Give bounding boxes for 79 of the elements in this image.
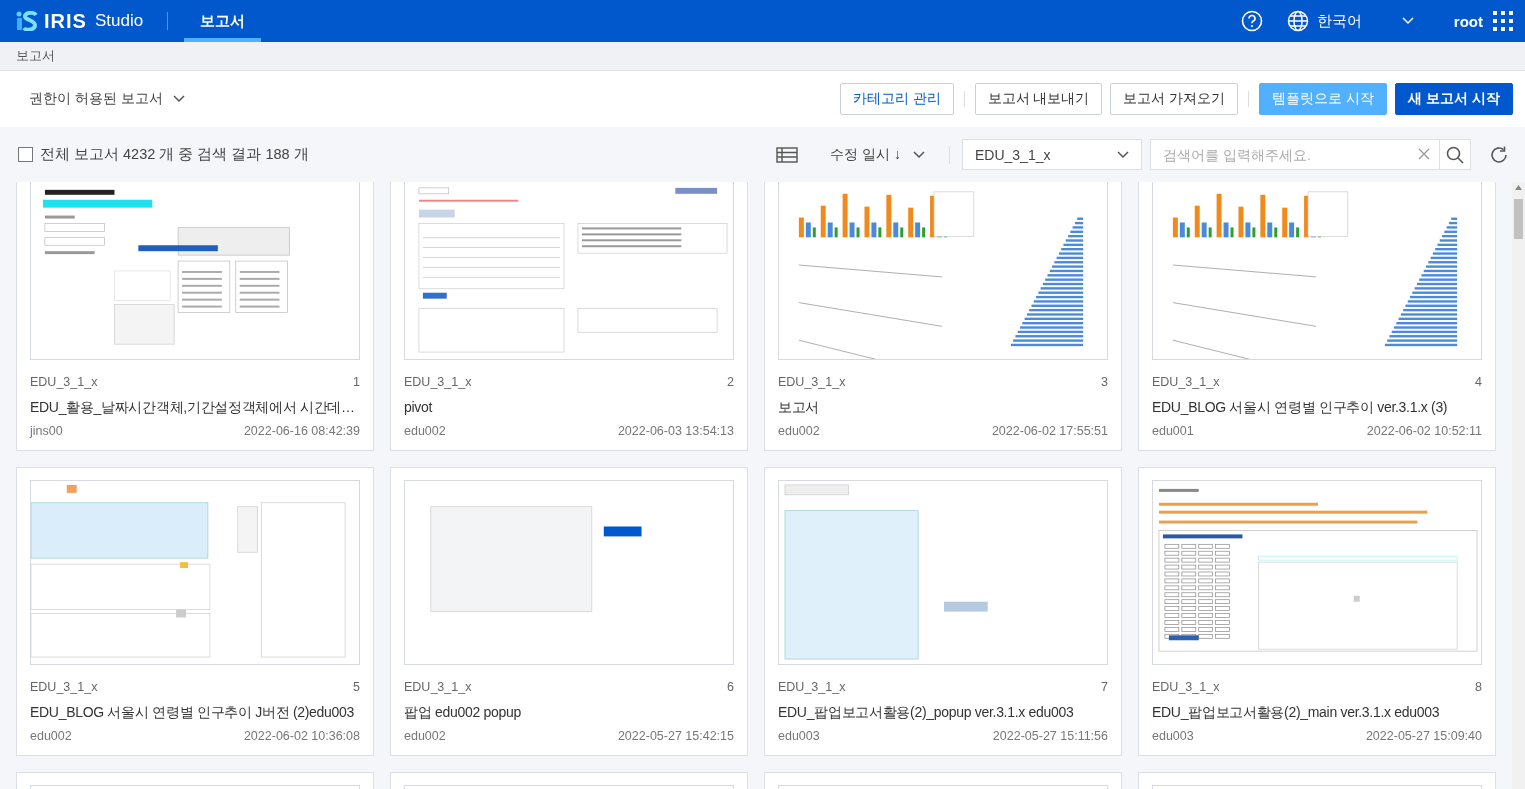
report-number: 1 bbox=[353, 375, 360, 389]
report-card[interactable]: EDU_3_1_x 5 EDU_BLOG 서울시 연령별 인구추이 J버전 (2)edu003 edu002 2022-06-02 10:36:08 bbox=[16, 467, 374, 756]
search-button[interactable] bbox=[1440, 139, 1471, 170]
scrollbar[interactable] bbox=[1512, 182, 1525, 789]
sort-dropdown[interactable]: 수정 일시 ↓ bbox=[824, 144, 931, 165]
breadcrumb[interactable]: 보고서 bbox=[16, 47, 55, 65]
report-number: 4 bbox=[1475, 375, 1482, 389]
author-name: edu002 bbox=[404, 424, 446, 438]
list-view-icon[interactable] bbox=[776, 146, 799, 163]
modified-date: 2022-06-03 13:54:13 bbox=[617, 424, 734, 438]
chevron-down-icon bbox=[172, 95, 185, 103]
author-name: edu002 bbox=[404, 729, 446, 743]
category-label: EDU_3_1_x bbox=[778, 375, 846, 389]
search-field[interactable]: 검색어를 입력해주세요. bbox=[1150, 139, 1440, 170]
scrollbar-thumb[interactable] bbox=[1514, 199, 1523, 239]
report-title: pivot bbox=[404, 398, 434, 417]
report-title: EDU_BLOG 서울시 연령별 인구추이 J버전 (2)edu003 bbox=[30, 703, 356, 722]
chevron-down-icon bbox=[1401, 17, 1414, 25]
scope-dropdown[interactable]: 권한이 허용된 보고서 bbox=[29, 90, 185, 108]
report-title: EDU_팝업보고서활용(2)_main ver.3.1.x edu003 bbox=[1152, 703, 1441, 722]
author-name: edu001 bbox=[1152, 424, 1194, 438]
author-name: edu003 bbox=[778, 729, 820, 743]
category-label: EDU_3_1_x bbox=[30, 375, 98, 389]
report-number: 7 bbox=[1101, 680, 1108, 694]
report-title: 팝업 edu002 popup bbox=[404, 703, 522, 722]
modified-date: 2022-05-27 15:09:40 bbox=[1365, 729, 1482, 743]
report-number: 5 bbox=[353, 680, 360, 694]
author-name: edu002 bbox=[778, 424, 820, 438]
category-label: EDU_3_1_x bbox=[1152, 680, 1220, 694]
author-name: edu003 bbox=[1152, 729, 1194, 743]
modified-date: 2022-06-02 10:52:11 bbox=[1366, 424, 1482, 438]
help-icon[interactable] bbox=[1240, 10, 1263, 32]
toolbar-button[interactable]: 새 보고서 시작 bbox=[1395, 83, 1513, 115]
report-card[interactable]: EDU_3_1_x 7 EDU_팝업보고서활용(2)_popup ver.3.1.x edu003 edu003 2022-05-27 15:11:56 bbox=[764, 467, 1122, 756]
apps-grid-icon[interactable] bbox=[1493, 11, 1513, 31]
toolbar-button[interactable]: 카테고리 관리 bbox=[839, 83, 954, 115]
report-title: 보고서 bbox=[778, 398, 821, 417]
scroll-up-icon[interactable] bbox=[1515, 185, 1522, 190]
author-name: edu002 bbox=[30, 729, 72, 743]
clear-icon[interactable] bbox=[1418, 148, 1430, 160]
report-card[interactable]: EDU_3_1_x 3 보고서 edu002 2022-06-02 17:55:51 bbox=[764, 182, 1122, 451]
report-card[interactable]: EDU_3_1_x 6 팝업 edu002 popup edu002 2022-05-27 15:42:15 bbox=[390, 467, 748, 756]
modified-date: 2022-06-02 17:55:51 bbox=[991, 424, 1108, 438]
report-number: 6 bbox=[727, 680, 734, 694]
report-card[interactable]: EDU_3_1_x 8 EDU_팝업보고서활용(2)_main ver.3.1.x edu003 edu003 2022-05-27 15:09:40 bbox=[1138, 467, 1496, 756]
report-card[interactable]: EDU_3_1_x 2 pivot edu002 2022-06-03 13:54:13 bbox=[390, 182, 748, 451]
modified-date: 2022-06-16 08:42:39 bbox=[243, 424, 360, 438]
category-label: EDU_3_1_x bbox=[30, 680, 98, 694]
report-card[interactable]: EDU_3_1_x 1 EDU_활용_날짜시간객체,기간설정객체에서 시간데… jins00 2022-06-16 08:42:39 bbox=[16, 182, 374, 451]
language-label[interactable]: 한국어 bbox=[1316, 11, 1362, 31]
report-title: EDU_활용_날짜시간객체,기간설정객체에서 시간데… bbox=[30, 398, 356, 417]
globe-icon[interactable] bbox=[1286, 10, 1309, 32]
chevron-down-icon bbox=[913, 150, 925, 159]
product-name: Studio bbox=[94, 11, 144, 31]
logo-icon bbox=[16, 11, 38, 31]
user-name[interactable]: root bbox=[1453, 12, 1483, 30]
modified-date: 2022-05-27 15:11:56 bbox=[992, 729, 1108, 743]
report-number: 3 bbox=[1101, 375, 1108, 389]
report-title: EDU_BLOG 서울시 연령별 인구추이 ver.3.1.x (3) bbox=[1152, 398, 1449, 417]
report-number: 2 bbox=[727, 375, 734, 389]
select-all-checkbox[interactable] bbox=[18, 147, 33, 162]
category-select[interactable]: EDU_3_1_x bbox=[962, 139, 1142, 170]
result-summary: 전체 보고서 4232 개 중 검색 결과 188 개 bbox=[40, 145, 309, 164]
chevron-down-icon bbox=[1117, 150, 1129, 159]
toolbar-button[interactable]: 보고서 가져오기 bbox=[1110, 83, 1239, 115]
category-label: EDU_3_1_x bbox=[404, 680, 472, 694]
report-title: EDU_팝업보고서활용(2)_popup ver.3.1.x edu003 bbox=[778, 703, 1075, 722]
modified-date: 2022-05-27 15:42:15 bbox=[617, 729, 734, 743]
toolbar-button[interactable]: 보고서 내보내기 bbox=[974, 83, 1103, 115]
report-number: 8 bbox=[1475, 680, 1482, 694]
category-label: EDU_3_1_x bbox=[1152, 375, 1220, 389]
category-label: EDU_3_1_x bbox=[404, 375, 472, 389]
search-icon bbox=[1446, 145, 1464, 164]
report-card[interactable]: EDU_3_1_x 4 EDU_BLOG 서울시 연령별 인구추이 ver.3.1.x (3) edu001 2022-06-02 10:52:11 bbox=[1138, 182, 1496, 451]
refresh-icon[interactable] bbox=[1489, 144, 1509, 165]
logo-text: IRIS bbox=[44, 9, 87, 33]
author-name: jins00 bbox=[30, 424, 63, 438]
modified-date: 2022-06-02 10:36:08 bbox=[243, 729, 360, 743]
category-label: EDU_3_1_x bbox=[778, 680, 846, 694]
